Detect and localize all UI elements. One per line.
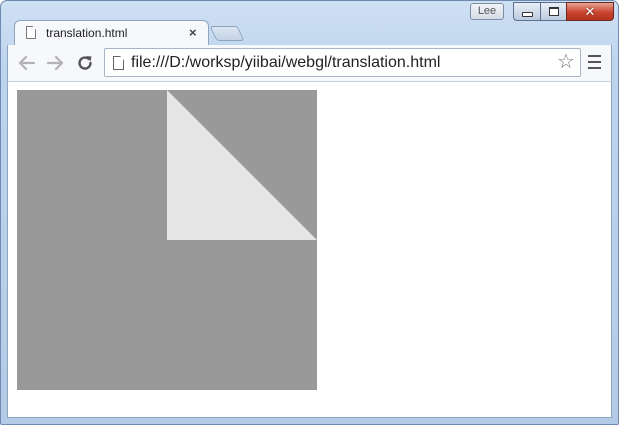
reload-button[interactable] <box>74 52 96 74</box>
browser-toolbar: file:///D:/worksp/yiibai/webgl/translati… <box>7 45 612 81</box>
menu-icon-bar <box>588 55 601 57</box>
bookmark-star-icon[interactable]: ☆ <box>557 52 575 72</box>
tab-close-button[interactable]: × <box>189 25 197 40</box>
tab-title: translation.html <box>46 26 128 40</box>
back-arrow-icon <box>18 55 36 71</box>
close-icon: ✕ <box>584 4 596 19</box>
forward-arrow-icon <box>46 55 64 71</box>
back-button[interactable] <box>16 52 38 74</box>
webgl-canvas <box>17 90 317 390</box>
window-caption-buttons: ✕ <box>513 2 614 21</box>
page-icon <box>113 56 124 70</box>
maximize-button[interactable] <box>540 2 566 21</box>
forward-button[interactable] <box>44 52 66 74</box>
browser-menu-button[interactable] <box>588 55 601 69</box>
new-tab-button[interactable] <box>209 26 245 41</box>
maximize-icon <box>548 7 559 16</box>
user-profile-badge[interactable]: Lee <box>470 3 504 20</box>
address-bar[interactable]: file:///D:/worksp/yiibai/webgl/translati… <box>104 48 581 77</box>
menu-icon-bar <box>588 61 601 63</box>
url-text[interactable]: file:///D:/worksp/yiibai/webgl/translati… <box>131 54 440 72</box>
browser-window: Lee ✕ translation.html × file:///D:/work… <box>0 0 619 425</box>
menu-icon-bar <box>588 67 601 69</box>
minimize-button[interactable] <box>513 2 540 21</box>
document-icon <box>26 26 36 39</box>
window-close-button[interactable]: ✕ <box>566 2 614 21</box>
minimize-icon <box>521 12 533 17</box>
reload-icon <box>78 56 92 70</box>
tab-translation[interactable]: translation.html × <box>14 20 209 46</box>
page-viewport <box>7 81 612 418</box>
